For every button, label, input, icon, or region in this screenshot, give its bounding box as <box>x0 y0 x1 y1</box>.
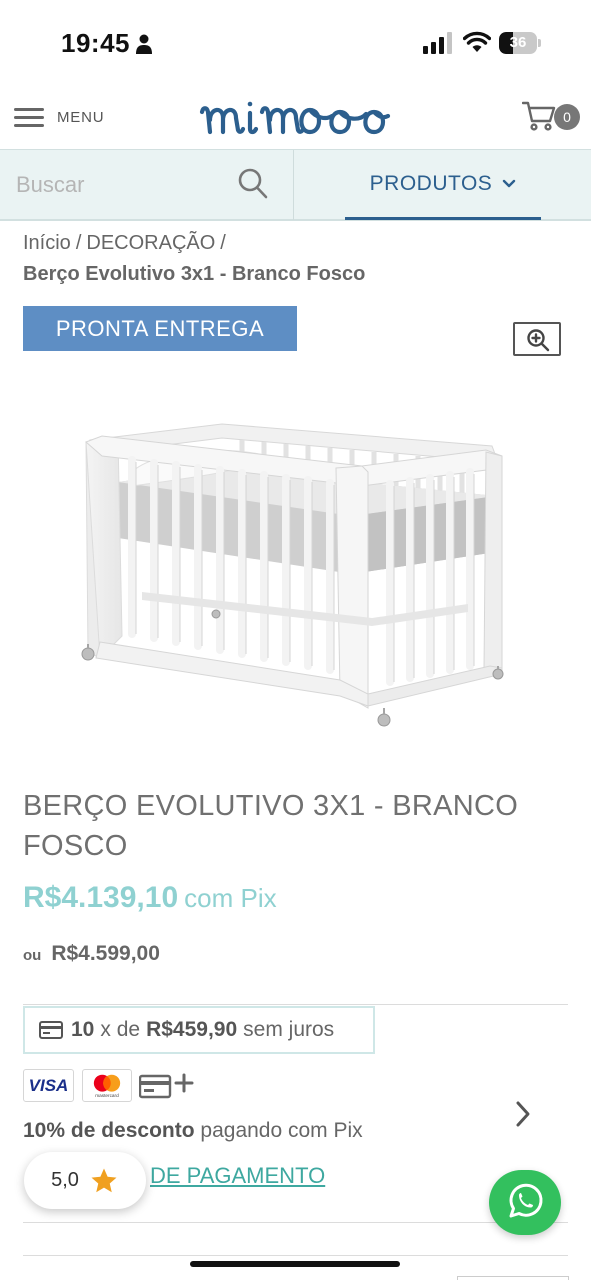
zoom-button[interactable] <box>513 322 561 356</box>
breadcrumb-current: Berço Evolutivo 3x1 - Branco Fosco <box>23 263 366 285</box>
home-indicator <box>190 1261 400 1267</box>
products-label: PRODUTOS <box>369 171 493 195</box>
battery-level: 36 <box>509 34 527 51</box>
page: 19:45 36 MENU m <box>0 0 591 1280</box>
regular-price-block: ou R$4.599,00 <box>23 942 160 966</box>
breadcrumb-separator: / <box>220 232 226 254</box>
cart-icon <box>522 101 556 131</box>
product-title: BERÇO EVOLUTIVO 3X1 - BRANCO FOSCO <box>23 790 519 862</box>
product-image-crib[interactable] <box>72 412 518 740</box>
breadcrumb: Início / DECORAÇÃO / <box>23 232 231 255</box>
rating-value: 5,0 <box>51 1169 79 1191</box>
rating-widget[interactable]: 5,0 <box>24 1152 146 1209</box>
hamburger-icon <box>14 105 44 129</box>
whatsapp-button[interactable] <box>489 1170 561 1235</box>
bottom-element-edge <box>457 1276 569 1280</box>
search-icon[interactable] <box>238 168 268 200</box>
search-bar: PRODUTOS <box>0 149 591 221</box>
credit-card-icon <box>39 1021 63 1039</box>
mastercard-icon: mastercard <box>82 1069 132 1102</box>
installment-count: 10 <box>71 1018 95 1041</box>
status-bar: 19:45 36 <box>0 0 591 88</box>
status-time: 19:45 <box>61 28 130 58</box>
pix-discount-text: 10% de desconto pagando com Pix <box>23 1119 363 1143</box>
pix-price-block: R$4.139,10 com Pix <box>23 881 277 915</box>
installment-amount: R$459,90 <box>146 1018 238 1041</box>
whatsapp-icon <box>509 1183 543 1218</box>
mimoo-logo[interactable]: mimoo <box>198 96 392 140</box>
discount-bold: 10% de desconto <box>23 1119 195 1142</box>
divider <box>23 1004 568 1005</box>
divider <box>23 1222 568 1223</box>
other-cards-icon <box>139 1073 194 1099</box>
zoom-in-icon <box>527 329 550 352</box>
payment-options-link[interactable]: DE PAGAMENTO <box>150 1163 325 1189</box>
visa-icon: VISA <box>23 1069 74 1102</box>
ready-delivery-badge: PRONTA ENTREGA <box>23 306 297 351</box>
menu-label: MENU <box>57 108 105 126</box>
chevron-right-icon[interactable] <box>512 1098 534 1130</box>
signal-icon <box>423 32 452 54</box>
divider <box>23 1255 568 1256</box>
star-icon <box>91 1168 117 1192</box>
installment-suffix: sem juros <box>243 1018 335 1041</box>
regular-price: R$4.599,00 <box>51 942 160 965</box>
svg-text:mastercard: mastercard <box>95 1093 119 1098</box>
products-menu-tab[interactable]: PRODUTOS <box>345 150 541 220</box>
pix-price: R$4.139,10 <box>23 881 179 914</box>
menu-button[interactable]: MENU <box>14 100 104 134</box>
cart-count-badge: 0 <box>554 104 580 130</box>
cart-button[interactable]: 0 <box>522 99 584 135</box>
breadcrumb-home-link[interactable]: Início <box>23 232 71 254</box>
wifi-icon <box>463 31 491 52</box>
discount-rest: pagando com Pix <box>200 1119 363 1142</box>
site-header: MENU mimoo 0 <box>0 88 591 150</box>
installments-box: 10 x de R$459,90 sem juros <box>23 1006 375 1054</box>
breadcrumb-category-link[interactable]: DECORAÇÃO <box>86 232 215 254</box>
pix-label: com Pix <box>184 883 277 913</box>
person-icon <box>136 34 152 54</box>
chevron-down-icon <box>503 179 516 187</box>
or-label: ou <box>23 947 42 964</box>
battery-icon: 36 <box>499 32 541 54</box>
breadcrumb-separator: / <box>75 232 82 254</box>
installment-times: x de <box>100 1018 141 1041</box>
